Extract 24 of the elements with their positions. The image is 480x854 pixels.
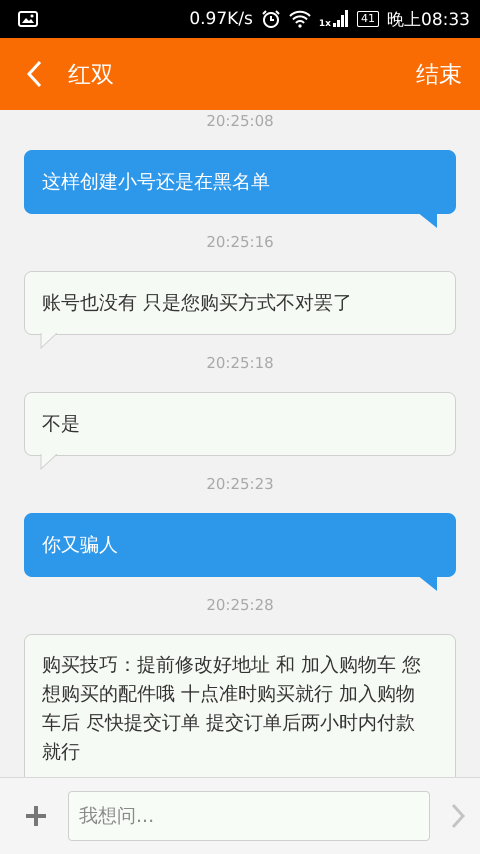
timestamp: 20:25:23	[206, 474, 274, 494]
timestamp: 20:25:28	[206, 595, 274, 615]
timestamp: 20:25:18	[206, 353, 274, 373]
battery-level: 41	[357, 11, 379, 27]
network-type: 1x	[318, 19, 331, 29]
add-button[interactable]	[24, 804, 48, 828]
wifi-icon	[288, 10, 311, 28]
image-icon	[18, 11, 38, 27]
end-button[interactable]: 结束	[416, 58, 462, 90]
network-speed: 0.97K/s	[189, 9, 253, 29]
alarm-icon	[260, 9, 281, 29]
bubble-tail	[40, 333, 60, 349]
signal-icon	[333, 9, 349, 29]
back-button[interactable]	[26, 60, 42, 88]
message-input[interactable]: 我想问...	[68, 791, 430, 841]
clock: 晚上08:33	[387, 8, 470, 30]
timestamp: 20:25:08	[206, 111, 274, 131]
send-button[interactable]	[450, 803, 466, 829]
timestamp: 20:25:16	[206, 232, 274, 252]
contact-name: 红双	[68, 60, 115, 90]
bubble-tail	[417, 212, 437, 228]
received-message: 购买技巧：提前修改好地址 和 加入购物车 您想购买的配件哦 十点准时购买就行 加入购物车后 尽快提交订单 提交订单后两小时内付款就行	[24, 634, 456, 777]
bubble-tail	[40, 454, 60, 470]
bubble-tail	[417, 575, 437, 591]
